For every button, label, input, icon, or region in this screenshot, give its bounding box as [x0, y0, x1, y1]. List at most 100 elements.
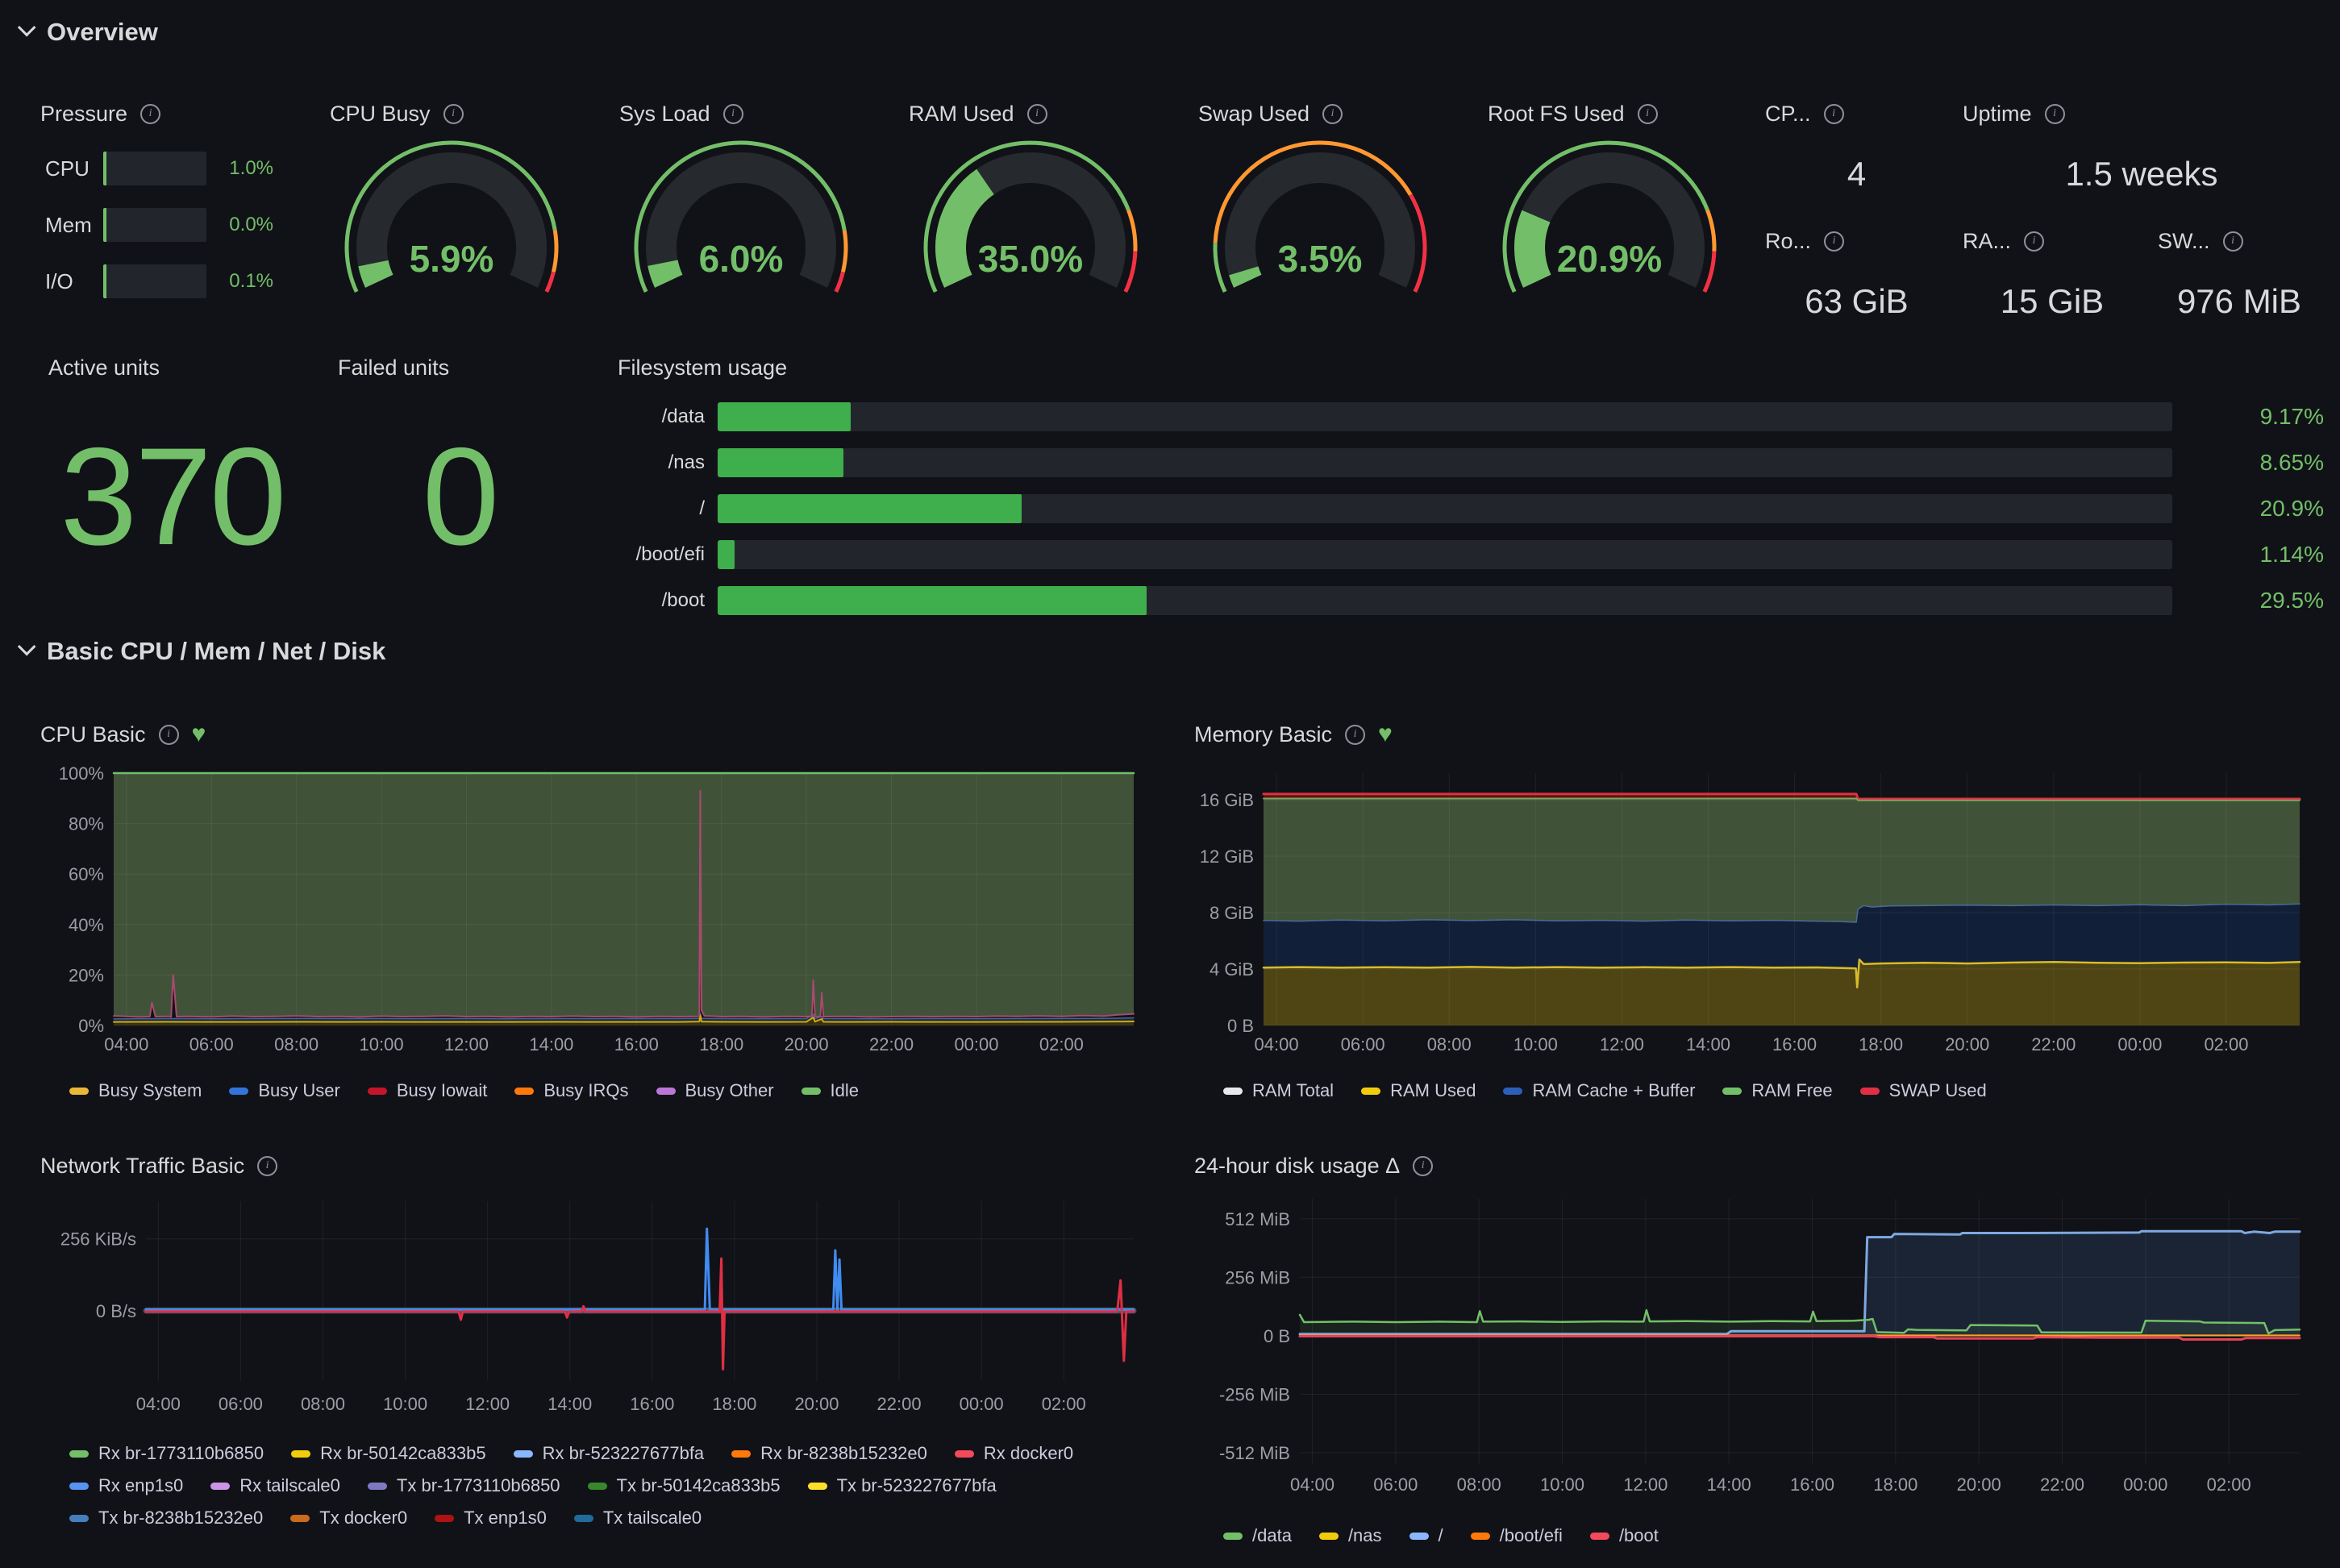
panel-title-pressure[interactable]: Pressure [40, 102, 127, 127]
info-icon[interactable]: i [1322, 104, 1343, 124]
panel-title[interactable]: RA... [1963, 229, 2011, 254]
legend-item[interactable]: Tx br-523227677bfa [808, 1475, 997, 1496]
filesystem-bar [718, 586, 2172, 615]
network-traffic-legend: Rx br-1773110b6850 Rx br-50142ca833b5 Rx b… [37, 1435, 1158, 1528]
svg-text:14:00: 14:00 [1707, 1474, 1751, 1495]
panel-title[interactable]: Active units [48, 356, 160, 381]
legend-item[interactable]: Tx br-8238b15232e0 [69, 1508, 263, 1528]
legend-label: Busy System [98, 1080, 202, 1101]
pressure-row-label: Mem [45, 213, 103, 238]
panel-stat-ram-total: RA... i 15 GiB [1959, 216, 2145, 329]
legend-item[interactable]: /data [1223, 1525, 1292, 1546]
info-icon[interactable]: i [1638, 104, 1658, 124]
panel-cpu-basic: CPU Basic i ♥ 100%80%60%40%20%0%04:0006:… [37, 709, 1158, 1117]
panel-title[interactable]: Swap Used [1198, 102, 1309, 127]
section-overview[interactable]: Overview [23, 18, 158, 47]
info-icon[interactable]: i [1413, 1156, 1433, 1176]
legend-color-chip [1319, 1533, 1339, 1540]
panel-title[interactable]: SW... [2158, 229, 2210, 254]
filesystem-row: /boot/efi1.14% [614, 540, 2324, 569]
legend-item[interactable]: Tx tailscale0 [574, 1508, 702, 1528]
legend-item[interactable]: Rx br-8238b15232e0 [731, 1443, 927, 1464]
panel-title[interactable]: 24-hour disk usage Δ [1194, 1154, 1400, 1179]
panel-title[interactable]: Memory Basic [1194, 722, 1332, 747]
svg-text:18:00: 18:00 [1873, 1474, 1917, 1495]
legend-item[interactable]: Rx tailscale0 [210, 1475, 340, 1496]
filesystem-row-value: 29.5% [2172, 588, 2324, 613]
legend-item[interactable]: RAM Free [1722, 1080, 1832, 1101]
legend-item[interactable]: /boot/efi [1471, 1525, 1563, 1546]
svg-text:16 GiB: 16 GiB [1200, 790, 1254, 810]
legend-item[interactable]: RAM Cache + Buffer [1503, 1080, 1695, 1101]
legend-item[interactable]: Tx docker0 [290, 1508, 407, 1528]
panel-title[interactable]: RAM Used [909, 102, 1014, 127]
svg-text:8 GiB: 8 GiB [1210, 903, 1254, 923]
legend-item[interactable]: Busy Other [656, 1080, 774, 1101]
svg-text:02:00: 02:00 [2207, 1474, 2251, 1495]
info-icon[interactable]: i [443, 104, 464, 124]
legend-item[interactable]: Tx br-50142ca833b5 [588, 1475, 781, 1496]
panel-title[interactable]: Root FS Used [1488, 102, 1625, 127]
panel-title[interactable]: Sys Load [619, 102, 710, 127]
info-icon[interactable]: i [2223, 231, 2243, 252]
svg-text:16:00: 16:00 [1790, 1474, 1834, 1495]
svg-text:80%: 80% [69, 814, 104, 834]
legend-color-chip [802, 1088, 821, 1095]
memory-basic-chart[interactable]: 16 GiB12 GiB8 GiB4 GiB0 B04:0006:0008:00… [1191, 758, 2324, 1072]
legend-item[interactable]: Rx docker0 [955, 1443, 1073, 1464]
legend-label: RAM Cache + Buffer [1532, 1080, 1695, 1101]
legend-item[interactable]: RAM Used [1361, 1080, 1476, 1101]
legend-item[interactable]: Rx br-1773110b6850 [69, 1443, 264, 1464]
svg-text:08:00: 08:00 [301, 1394, 345, 1414]
legend-item[interactable]: SWAP Used [1860, 1080, 1987, 1101]
legend-item[interactable]: Idle [802, 1080, 859, 1101]
legend-label: Tx tailscale0 [603, 1508, 702, 1528]
panel-title[interactable]: CP... [1765, 102, 1811, 127]
panel-title[interactable]: Uptime [1963, 102, 2032, 127]
legend-item[interactable]: Rx br-523227677bfa [514, 1443, 705, 1464]
cpu-basic-chart[interactable]: 100%80%60%40%20%0%04:0006:0008:0010:0012… [37, 758, 1158, 1072]
info-icon[interactable]: i [1824, 104, 1844, 124]
info-icon[interactable]: i [140, 104, 160, 124]
legend-color-chip [1409, 1533, 1429, 1540]
legend-item[interactable]: RAM Total [1223, 1080, 1334, 1101]
panel-title[interactable]: CPU Basic [40, 722, 146, 747]
legend-item[interactable]: Busy User [229, 1080, 339, 1101]
svg-text:12:00: 12:00 [1600, 1034, 1644, 1054]
legend-item[interactable]: Rx br-50142ca833b5 [291, 1443, 485, 1464]
legend-item[interactable]: / [1409, 1525, 1443, 1546]
filesystem-row-label: / [614, 497, 718, 520]
info-icon[interactable]: i [159, 725, 179, 745]
legend-color-chip [368, 1088, 387, 1095]
legend-item[interactable]: /boot [1590, 1525, 1659, 1546]
info-icon[interactable]: i [257, 1156, 277, 1176]
svg-text:10:00: 10:00 [1514, 1034, 1558, 1054]
info-icon[interactable]: i [1027, 104, 1047, 124]
svg-text:06:00: 06:00 [219, 1394, 263, 1414]
legend-item[interactable]: Busy System [69, 1080, 202, 1101]
svg-text:10:00: 10:00 [360, 1034, 404, 1054]
panel-title[interactable]: Filesystem usage [618, 356, 787, 381]
legend-item[interactable]: Busy Iowait [368, 1080, 488, 1101]
pressure-rows: CPU1.0%Mem0.0%I/O0.1% [37, 129, 307, 298]
legend-item[interactable]: Tx enp1s0 [435, 1508, 547, 1528]
svg-text:22:00: 22:00 [877, 1394, 922, 1414]
section-basic[interactable]: Basic CPU / Mem / Net / Disk [23, 637, 385, 666]
panel-title[interactable]: CPU Busy [330, 102, 431, 127]
info-icon[interactable]: i [1824, 231, 1844, 252]
info-icon[interactable]: i [2024, 231, 2044, 252]
info-icon[interactable]: i [723, 104, 743, 124]
info-icon[interactable]: i [1345, 725, 1365, 745]
legend-item[interactable]: /nas [1319, 1525, 1382, 1546]
info-icon[interactable]: i [2045, 104, 2065, 124]
panel-title[interactable]: Failed units [338, 356, 449, 381]
legend-item[interactable]: Rx enp1s0 [69, 1475, 183, 1496]
panel-title[interactable]: Network Traffic Basic [40, 1154, 244, 1179]
svg-text:00:00: 00:00 [960, 1394, 1004, 1414]
network-traffic-chart[interactable]: 256 KiB/s0 B/s04:0006:0008:0010:0012:001… [37, 1189, 1158, 1435]
legend-color-chip [435, 1515, 454, 1522]
panel-title[interactable]: Ro... [1765, 229, 1811, 254]
legend-item[interactable]: Busy IRQs [514, 1080, 628, 1101]
disk-usage-chart[interactable]: 512 MiB256 MiB0 B-256 MiB-512 MiB04:0006… [1191, 1189, 2324, 1517]
legend-item[interactable]: Tx br-1773110b6850 [368, 1475, 560, 1496]
